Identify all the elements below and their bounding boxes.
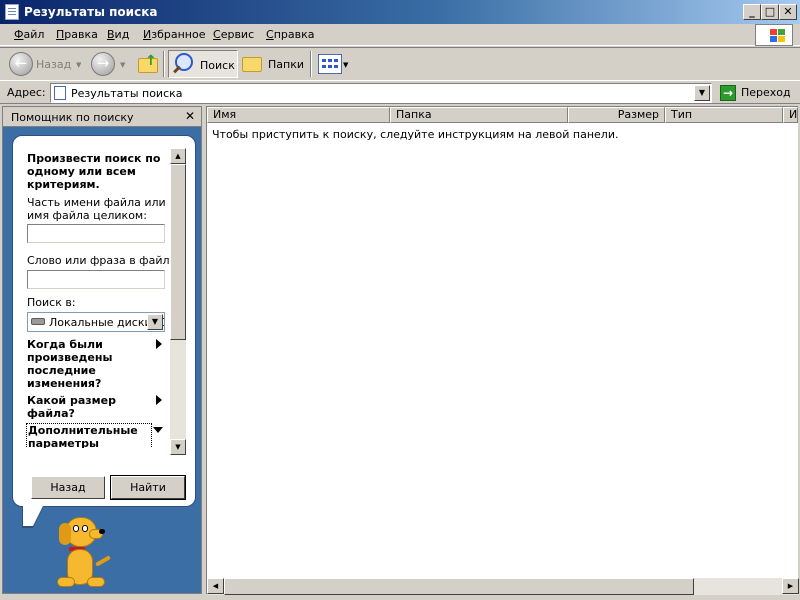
flag-blue bbox=[770, 36, 777, 42]
go-arrow-icon[interactable]: → bbox=[720, 85, 736, 101]
up-arrow-glyph: ↑ bbox=[145, 53, 157, 69]
option-file-size[interactable]: Какой размер файла? bbox=[27, 394, 137, 420]
dog-paw bbox=[87, 577, 105, 587]
views-dropdown-icon[interactable]: ▼ bbox=[343, 61, 348, 69]
title-bar: Результаты поиска _ □ ✕ bbox=[0, 0, 800, 24]
menu-favorites[interactable]: Избранное bbox=[143, 28, 205, 41]
toolbar-separator bbox=[310, 51, 312, 77]
folders-button-label[interactable]: Папки bbox=[268, 58, 304, 71]
option-date-modified[interactable]: Когда были произведены последние изменен… bbox=[27, 338, 137, 390]
address-field[interactable]: Результаты поиска ▼ bbox=[50, 83, 712, 103]
views-dot bbox=[334, 65, 338, 68]
window-title: Результаты поиска bbox=[24, 5, 158, 19]
back-button-label[interactable]: Назад bbox=[36, 58, 71, 71]
forward-arrow-icon[interactable]: → bbox=[91, 52, 115, 76]
dog-eye bbox=[82, 525, 88, 532]
expand-right-icon[interactable] bbox=[156, 339, 162, 349]
back-button[interactable]: Назад bbox=[31, 476, 105, 499]
search-pane-title: Помощник по поиску bbox=[11, 111, 134, 124]
menu-tools[interactable]: Сервис bbox=[213, 28, 254, 41]
search-form-scrollbar[interactable]: ▲ ▼ bbox=[170, 148, 186, 455]
hard-drive-icon bbox=[31, 318, 45, 325]
views-dot bbox=[328, 59, 332, 62]
address-dropdown-icon[interactable]: ▼ bbox=[694, 85, 710, 101]
address-label: Адрес: bbox=[7, 86, 46, 99]
column-header-size[interactable]: Размер bbox=[568, 107, 665, 123]
search-submit-button[interactable]: Найти bbox=[110, 475, 186, 500]
filename-label: Часть имени файла или имя файла целиком: bbox=[27, 196, 166, 222]
maximize-button[interactable]: □ bbox=[761, 4, 779, 20]
search-button-label: Поиск bbox=[200, 59, 235, 72]
dog-tail bbox=[95, 555, 111, 567]
menu-help[interactable]: Справка bbox=[266, 28, 314, 41]
scroll-thumb[interactable] bbox=[170, 164, 186, 340]
filename-input[interactable] bbox=[27, 224, 165, 243]
views-icon[interactable] bbox=[318, 54, 342, 74]
dog-paw bbox=[57, 577, 75, 587]
back-arrow-icon[interactable]: ← bbox=[9, 52, 33, 76]
results-list[interactable]: Имя Папка Размер Тип И Чтобы приступить … bbox=[206, 106, 799, 595]
lookin-select[interactable]: Локальные диски (С ▼ bbox=[27, 312, 165, 332]
go-button-label[interactable]: Переход bbox=[741, 86, 791, 99]
views-dot bbox=[322, 59, 326, 62]
toolbar: ← Назад ▼ → ▼ ↑ Поиск Папки ▼ bbox=[0, 47, 800, 81]
folder-up-icon[interactable]: ↑ bbox=[137, 53, 159, 75]
expand-right-icon[interactable] bbox=[156, 395, 162, 405]
dog-nose bbox=[99, 529, 105, 534]
search-results-page-icon bbox=[54, 86, 66, 100]
lookin-label: Поиск в: bbox=[27, 296, 76, 309]
dog-ear bbox=[59, 523, 71, 545]
forward-dropdown-icon[interactable]: ▼ bbox=[120, 61, 125, 69]
empty-results-message: Чтобы приступить к поиску, следуйте инст… bbox=[212, 128, 619, 141]
menu-edit[interactable]: Правка bbox=[56, 28, 98, 41]
search-companion-dog[interactable] bbox=[51, 515, 123, 593]
views-dot bbox=[328, 65, 332, 68]
menu-view[interactable]: Вид bbox=[107, 28, 129, 41]
bubble-tail bbox=[23, 506, 43, 526]
folders-button[interactable] bbox=[242, 54, 266, 74]
search-results-window-icon bbox=[5, 4, 19, 20]
scroll-left-icon[interactable]: ◀ bbox=[207, 578, 224, 594]
minimize-button[interactable]: _ bbox=[743, 4, 761, 20]
phrase-label: Слово или фраза в файле: bbox=[27, 254, 169, 267]
column-header-folder[interactable]: Папка bbox=[390, 107, 568, 123]
search-intro-text: Произвести поиск по одному или всем крит… bbox=[27, 152, 161, 191]
address-bar: Адрес: Результаты поиска ▼ → Переход bbox=[0, 82, 800, 104]
menu-file[interactable]: Файл bbox=[14, 28, 44, 41]
address-value: Результаты поиска bbox=[71, 87, 183, 100]
scroll-right-icon[interactable]: ▶ bbox=[782, 578, 799, 594]
close-button[interactable]: ✕ bbox=[779, 4, 797, 20]
back-dropdown-icon[interactable]: ▼ bbox=[76, 61, 81, 69]
scroll-thumb[interactable] bbox=[224, 578, 694, 595]
windows-logo-icon bbox=[755, 24, 793, 46]
close-pane-icon[interactable]: ✕ bbox=[185, 109, 195, 123]
phrase-input[interactable] bbox=[27, 270, 165, 289]
search-companion-pane: Помощник по поиску ✕ Произвести поиск по… bbox=[2, 106, 202, 594]
menu-bar: Файл Правка Вид Избранное Сервис Справка bbox=[0, 24, 800, 46]
flag-red bbox=[770, 29, 777, 35]
scroll-up-icon[interactable]: ▲ bbox=[170, 148, 186, 164]
option-advanced[interactable]: Дополнительные параметры bbox=[26, 423, 152, 448]
flag-yellow bbox=[778, 36, 785, 42]
scroll-down-icon[interactable]: ▼ bbox=[170, 439, 186, 455]
column-header-type[interactable]: Тип bbox=[665, 107, 783, 123]
search-pane-header: Помощник по поиску ✕ bbox=[3, 107, 201, 127]
results-horizontal-scrollbar[interactable]: ◀ ▶ bbox=[207, 578, 799, 595]
flag-green bbox=[778, 29, 785, 35]
column-header-name[interactable]: Имя bbox=[207, 107, 390, 123]
lookin-dropdown-icon[interactable]: ▼ bbox=[147, 314, 163, 330]
toolbar-separator bbox=[163, 51, 165, 77]
dog-eye bbox=[73, 525, 79, 532]
search-button[interactable]: Поиск bbox=[168, 50, 238, 78]
column-header-truncated[interactable]: И bbox=[783, 107, 798, 123]
search-bubble: Произвести поиск по одному или всем крит… bbox=[12, 135, 196, 507]
views-dot bbox=[334, 59, 338, 62]
expand-down-icon[interactable] bbox=[153, 427, 163, 433]
folders-icon bbox=[242, 57, 262, 72]
views-dot bbox=[322, 65, 326, 68]
search-form: Произвести поиск по одному или всем крит… bbox=[19, 148, 169, 448]
